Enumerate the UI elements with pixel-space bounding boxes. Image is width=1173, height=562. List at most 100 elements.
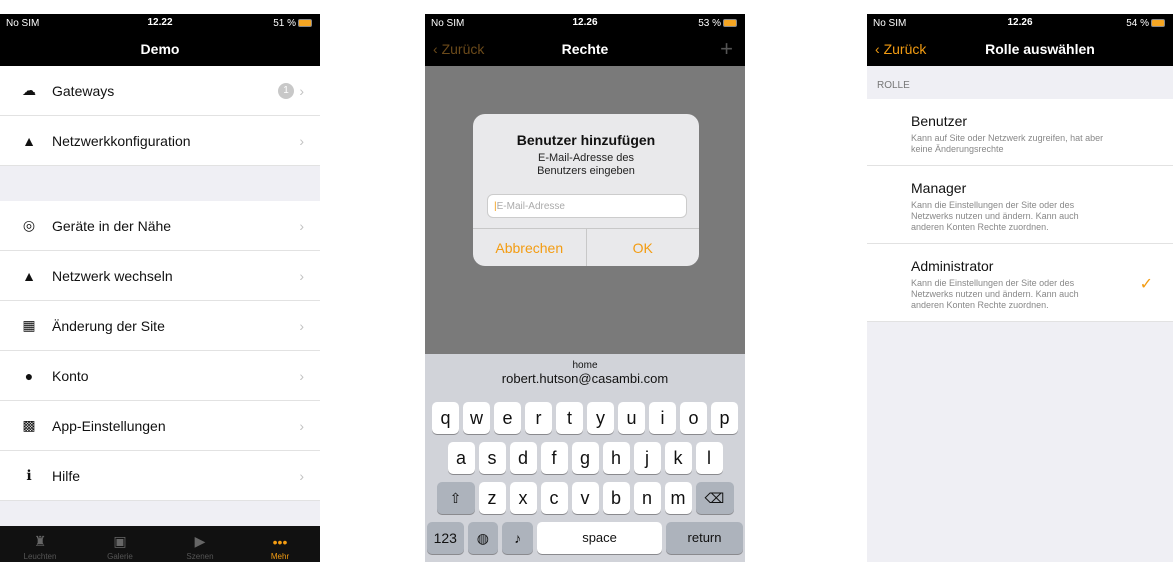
dialog-message: E-Mail-Adresse des Benutzers eingeben (537, 152, 635, 177)
cloud-upload-icon: ☁ (22, 82, 36, 98)
key-a[interactable]: a (447, 442, 475, 474)
role-description: Kann auf Site oder Netzwerk zugreifen, h… (911, 133, 1104, 154)
nav-bar: Demo (0, 32, 320, 66)
role-manager[interactable]: Manager Kann die Einstellungen der Site … (867, 166, 1173, 244)
menu-item-netzwerk-wechseln[interactable]: ▲ Netzwerk wechseln › (0, 251, 320, 301)
menu-item-geraete-in-der-naehe[interactable]: ◎ Geräte in der Nähe › (0, 201, 320, 251)
key-row-4: 123 ◍ ♪ space return (425, 522, 745, 554)
chevron-right-icon: › (299, 467, 304, 484)
page-title: Rolle auswählen (985, 41, 1095, 57)
menu-item-label: Netzwerkkonfiguration (52, 132, 191, 149)
chevron-right-icon: › (299, 267, 304, 284)
role-name: Benutzer (911, 113, 968, 129)
add-icon[interactable]: + (720, 36, 733, 62)
globe-key[interactable]: ◍ (467, 522, 499, 554)
key-o[interactable]: o (680, 402, 707, 434)
key-f[interactable]: f (540, 442, 568, 474)
key-b[interactable]: b (602, 482, 630, 514)
tab-bar: ♜ Leuchten ▣ Galerie ▶ Szenen ••• Mehr (0, 526, 320, 562)
key-p[interactable]: p (711, 402, 738, 434)
battery-icon (1151, 19, 1165, 28)
key-t[interactable]: t (556, 402, 583, 434)
menu-item-netzwerkkonfiguration[interactable]: ▲ Netzwerkkonfiguration › (0, 116, 320, 166)
key-m[interactable]: m (664, 482, 692, 514)
key-u[interactable]: u (618, 402, 645, 434)
role-name: Administrator (911, 258, 994, 274)
network-icon: ▲ (22, 267, 36, 284)
menu-item-konto[interactable]: ● Konto › (0, 351, 320, 401)
menu-item-label: Gateways (52, 82, 115, 99)
suggestion-email: robert.hutson@casambi.com (501, 371, 669, 386)
status-bar: No SIM 12.26 54 % (867, 14, 1173, 32)
role-description: Kann die Einstellungen der Site oder des… (911, 278, 1079, 310)
shift-key[interactable]: ⇧ (436, 482, 475, 514)
key-q[interactable]: q (432, 402, 459, 434)
key-c[interactable]: c (540, 482, 568, 514)
menu-item-gateways[interactable]: ☁ Gateways 1 › (0, 66, 320, 116)
nearby-icon: ◎ (22, 217, 36, 233)
key-y[interactable]: y (587, 402, 614, 434)
tab-leuchten[interactable]: ♜ Leuchten (0, 526, 80, 562)
menu-item-aenderung-der-site[interactable]: ▦ Änderung der Site › (0, 301, 320, 351)
role-administrator[interactable]: Administrator Kann die Einstellungen der… (867, 244, 1173, 322)
menu-item-hilfe[interactable]: ℹ Hilfe › (0, 451, 320, 501)
nav-bar: ‹ Zurück Rechte + (425, 32, 745, 66)
key-i[interactable]: i (649, 402, 676, 434)
role-description: Kann die Einstellungen der Site oder des… (911, 200, 1079, 232)
key-v[interactable]: v (571, 482, 599, 514)
menu-item-label: Netzwerk wechseln (52, 267, 173, 284)
key-g[interactable]: g (571, 442, 599, 474)
tab-galerie[interactable]: ▣ Galerie (80, 526, 160, 562)
email-placeholder: E-Mail-Adresse (496, 201, 565, 212)
page-title: Rechte (561, 41, 609, 57)
microphone-key[interactable]: ♪ (502, 522, 534, 554)
key-j[interactable]: j (633, 442, 661, 474)
ok-button[interactable]: OK (585, 229, 700, 266)
tab-mehr[interactable]: ••• Mehr (240, 526, 320, 562)
key-d[interactable]: d (509, 442, 537, 474)
user-icon: ● (24, 367, 34, 384)
space-key[interactable]: space (537, 522, 663, 554)
role-benutzer[interactable]: Benutzer Kann auf Site oder Netzwerk zug… (867, 99, 1173, 166)
menu-item-label: App-Einstellungen (52, 417, 166, 434)
info-icon: ℹ (26, 467, 32, 483)
key-h[interactable]: h (602, 442, 630, 474)
phone-add-user-screen: No SIM 12.26 53 % ‹ Zurück Rechte + Benu… (425, 14, 745, 562)
nav-bar: ‹ Zurück Rolle auswählen (867, 32, 1173, 66)
cancel-button[interactable]: Abbrechen (473, 229, 586, 266)
tab-label: Mehr (270, 552, 290, 561)
chevron-right-icon: › (299, 367, 304, 384)
time-label: 12.26 (572, 17, 598, 28)
key-x[interactable]: x (509, 482, 537, 514)
numbers-key[interactable]: 123 (427, 522, 464, 554)
battery-label: 53 % (698, 18, 721, 29)
menu-item-app-einstellungen[interactable]: ▩ App-Einstellungen › (0, 401, 320, 451)
email-field[interactable]: |E-Mail-Adresse (487, 194, 687, 218)
return-key[interactable]: return (666, 522, 743, 554)
tab-szenen[interactable]: ▶ Szenen (160, 526, 240, 562)
tab-label: Szenen (186, 552, 214, 561)
key-z[interactable]: z (478, 482, 506, 514)
delete-key[interactable]: ⌫ (695, 482, 734, 514)
suggestion-label: home (572, 360, 598, 371)
phone-more-screen: No SIM 12.22 51 % Demo ☁ Gateways 1 › ▲ … (0, 14, 320, 562)
time-label: 12.22 (147, 17, 173, 28)
key-e[interactable]: e (494, 402, 521, 434)
phone-role-select-screen: No SIM 12.26 54 % ‹ Zurück Rolle auswähl… (867, 14, 1173, 562)
page-title: Demo (140, 41, 180, 57)
tab-label: Galerie (107, 552, 133, 561)
gallery-icon: ▣ (113, 533, 127, 549)
menu-item-label: Konto (52, 367, 89, 384)
key-n[interactable]: n (633, 482, 661, 514)
dialog-title: Benutzer hinzufügen (516, 132, 656, 148)
autofill-suggestion[interactable]: home robert.hutson@casambi.com (425, 354, 745, 394)
key-s[interactable]: s (478, 442, 506, 474)
chevron-right-icon: › (299, 217, 304, 234)
key-k[interactable]: k (664, 442, 692, 474)
key-w[interactable]: w (463, 402, 490, 434)
key-r[interactable]: r (525, 402, 552, 434)
chevron-right-icon: › (299, 82, 304, 99)
role-name: Manager (911, 180, 967, 196)
battery-indicator: 51 % (273, 18, 312, 29)
key-l[interactable]: l (695, 442, 723, 474)
